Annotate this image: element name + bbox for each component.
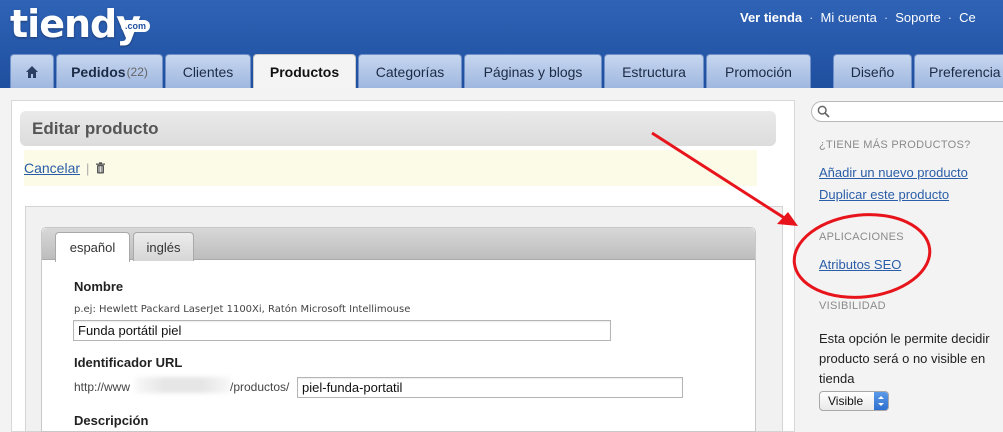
cancel-link[interactable]: Cancelar — [24, 160, 80, 176]
action-separator: | — [86, 160, 90, 176]
tab-pedidos-label: Pedidos — [71, 63, 126, 80]
url-prefix-end: /productos/ — [230, 380, 290, 394]
soporte-link[interactable]: Soporte — [895, 10, 941, 25]
descripcion-label: Descripción — [74, 413, 149, 428]
applications-heading: APLICACIONES — [819, 231, 904, 243]
nombre-hint: p.ej: Hewlett Packard LaserJet 1100Xi, R… — [74, 304, 411, 315]
tab-productos[interactable]: Productos — [253, 54, 356, 88]
more-products-heading: ¿TIENE MÁS PRODUCTOS? — [819, 139, 971, 151]
add-product-link[interactable]: Añadir un nuevo producto — [819, 165, 968, 180]
cerrar-link[interactable]: Ce — [959, 10, 976, 25]
tab-paginas-blogs[interactable]: Páginas y blogs — [464, 54, 602, 88]
tab-estructura-label: Estructura — [622, 63, 686, 80]
page-title: Editar producto — [20, 111, 776, 146]
seo-attributes-link[interactable]: Atributos SEO — [819, 257, 901, 272]
tab-diseno-label: Diseño — [850, 63, 895, 80]
lang-tab-espanol[interactable]: español — [55, 232, 130, 262]
tab-clientes-label: Clientes — [182, 63, 234, 80]
tab-categorias-label: Categorías — [375, 63, 445, 80]
url-prefix-start: http://www — [74, 380, 131, 394]
tab-preferencias-label: Preferencia — [929, 63, 1001, 80]
logo-badge: .com — [121, 20, 151, 32]
tab-pedidos[interactable]: Pedidos (22) — [56, 54, 163, 88]
tab-paginas-label: Páginas y blogs — [483, 63, 583, 80]
duplicate-product-link[interactable]: Duplicar este producto — [819, 187, 949, 202]
pedidos-count-badge: (22) — [126, 64, 148, 79]
top-links: Ver tienda · Mi cuenta · Soporte · Ce — [740, 10, 976, 25]
visibility-description: Esta opción le permite decidir producto … — [819, 331, 990, 386]
trash-icon[interactable] — [95, 162, 106, 174]
tab-productos-label: Productos — [269, 63, 340, 80]
tab-estructura[interactable]: Estructura — [604, 54, 704, 88]
home-icon — [26, 65, 38, 78]
tab-diseno[interactable]: Diseño — [833, 54, 912, 88]
search-icon — [817, 105, 830, 118]
url-label: Identificador URL — [74, 355, 183, 370]
action-bar: Cancelar | — [24, 150, 757, 186]
tab-promocion-label: Promoción — [725, 63, 792, 80]
select-arrows-icon — [874, 392, 888, 410]
tab-preferencias[interactable]: Preferencia — [914, 54, 1003, 88]
visibility-heading: VISIBILIDAD — [819, 300, 886, 312]
tab-promocion[interactable]: Promoción — [706, 54, 811, 88]
ver-tienda-link[interactable]: Ver tienda — [740, 10, 802, 25]
blurred-domain — [135, 377, 231, 393]
tab-home[interactable] — [10, 54, 54, 88]
tab-clientes[interactable]: Clientes — [165, 54, 251, 88]
nombre-label: Nombre — [74, 279, 124, 294]
search-input[interactable] — [811, 101, 1003, 122]
url-input[interactable] — [297, 377, 683, 398]
lang-tab-ingles[interactable]: inglés — [133, 232, 194, 261]
nombre-input[interactable] — [73, 320, 611, 341]
mi-cuenta-link[interactable]: Mi cuenta — [820, 10, 876, 25]
tab-categorias[interactable]: Categorías — [358, 54, 462, 88]
